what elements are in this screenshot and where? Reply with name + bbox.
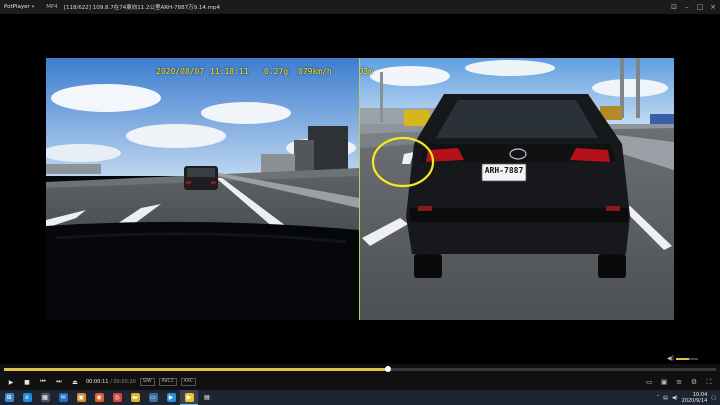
taskbar-app-start[interactable]: ⊞ [0, 390, 18, 405]
maximize-icon[interactable]: □ [695, 0, 705, 14]
store-icon: ▦ [40, 393, 50, 402]
taskbar-app-chrome[interactable]: ◎ [108, 390, 126, 405]
play-icon[interactable]: ▶ [4, 375, 18, 389]
gear-icon[interactable]: ⚙ [689, 377, 699, 387]
window-controls: ⊡ – □ × [669, 0, 718, 14]
codec-tag[interactable]: AVC1 [158, 378, 177, 386]
potplayer-window: PotPlayer ▾ MP4 [118/622] 109.8.7在74東向11… [0, 0, 720, 405]
terminal-icon: ▤ [202, 393, 212, 402]
screen-icon: ▭ [148, 393, 158, 402]
taskbar-app-photos[interactable]: ▣ [72, 390, 90, 405]
photos-icon: ▣ [76, 393, 86, 402]
explorer-icon: ▬ [130, 393, 140, 402]
speaker-icon[interactable]: ◀) [672, 395, 678, 401]
taskbar-app-mail[interactable]: ✉ [54, 390, 72, 405]
chevron-up-icon[interactable]: ˄ [657, 395, 660, 401]
seek-bar[interactable] [4, 366, 716, 372]
player-controls: ▶ ■ ⏮ ⏭ ⏏ 00:00:11 / 00:00:20 S/W AVC1 A… [0, 355, 720, 390]
minimize-icon[interactable]: – [682, 0, 692, 14]
app-menu-button[interactable]: PotPlayer ▾ [0, 4, 40, 10]
taskbar-app-edge[interactable]: e [18, 390, 36, 405]
format-label: MP4 [46, 4, 58, 10]
network-icon[interactable]: ▤ [663, 395, 668, 401]
volume-level [676, 358, 690, 360]
taskbar-app-media[interactable]: ▶ [162, 390, 180, 405]
firefox-icon: ◉ [94, 393, 104, 402]
pin-icon[interactable]: ⊡ [669, 0, 679, 14]
start-icon: ⊞ [4, 393, 14, 402]
osd-extra: +0103m [360, 67, 373, 76]
seek-knob[interactable] [385, 366, 392, 372]
previous-icon[interactable]: ⏮ [36, 375, 50, 389]
duration: 00:00:20 [113, 379, 136, 385]
chrome-icon: ◎ [112, 393, 122, 402]
eject-icon[interactable]: ⏏ [68, 375, 82, 389]
media-icon: ▶ [166, 393, 176, 402]
notification-icon[interactable]: ▢ [711, 395, 716, 401]
volume-slider[interactable] [676, 358, 698, 360]
speaker-icon[interactable]: ◀) [667, 355, 674, 362]
file-title: [118/622] 109.8.7在74東向11.2公里ARH-7887万9.1… [63, 5, 221, 11]
osd-time: 11:18:11 [210, 67, 249, 76]
taskbar-app-screen[interactable]: ▭ [144, 390, 162, 405]
clock-date: 2020/9/14 [681, 397, 708, 404]
current-time: 00:00:11 [86, 379, 109, 385]
edge-icon: e [22, 393, 32, 402]
fullscreen-icon[interactable]: ⛶ [704, 377, 714, 387]
taskbar-app-store[interactable]: ▦ [36, 390, 54, 405]
rear-camera-view: +0103m ARH-7887 [360, 58, 674, 320]
front-camera-view: 2020/08/07 11:18:11 0.27g 079km/h [46, 58, 359, 320]
chevron-down-icon: ▾ [31, 4, 35, 10]
osd-speed: 079km/h [298, 67, 332, 76]
control-row: ▶ ■ ⏮ ⏭ ⏏ 00:00:11 / 00:00:20 S/W AVC1 A… [0, 375, 720, 389]
rear-camera-scene [360, 58, 674, 320]
rear-license-plate: ARH-7887 [484, 166, 524, 175]
video-frame[interactable]: 2020/08/07 11:18:11 0.27g 079km/h 03m AR… [46, 58, 674, 320]
mail-icon: ✉ [58, 393, 68, 402]
title-bar[interactable]: PotPlayer ▾ MP4 [118/622] 109.8.7在74東向11… [0, 0, 720, 14]
osd-date: 2020/08/07 [156, 67, 205, 76]
screenshot-icon[interactable]: ▣ [659, 377, 669, 387]
taskbar-app-firefox[interactable]: ◉ [90, 390, 108, 405]
time-display: 00:00:11 / 00:00:20 [86, 379, 136, 385]
playlist-icon[interactable]: ≡ [674, 377, 684, 387]
front-camera-scene [46, 58, 359, 320]
stop-icon[interactable]: ■ [20, 375, 34, 389]
osd-g-value: 0.27g [264, 67, 289, 76]
screen-icon[interactable]: ▭ [644, 377, 654, 387]
next-icon[interactable]: ⏭ [52, 375, 66, 389]
taskbar-apps: ⊞ e ▦ ✉ ▣ ◉ ◎ ▬ ▭ ▶ ▶ ▤ [0, 390, 216, 405]
codec-tag[interactable]: S/W [139, 378, 155, 386]
potplayer-icon: ▶ [184, 392, 194, 402]
video-area[interactable]: 2020/08/07 11:18:11 0.27g 079km/h 03m AR… [0, 14, 720, 364]
codec-tag[interactable]: AAC [180, 378, 196, 386]
taskbar-app-potplayer[interactable]: ▶ [180, 390, 198, 405]
system-tray: ˄ ▤ ◀) 10:04 2020/9/14 ▢ [657, 392, 720, 404]
taskbar-app-terminal[interactable]: ▤ [198, 390, 216, 405]
taskbar-app-explorer[interactable]: ▬ [126, 390, 144, 405]
seek-progress [4, 368, 389, 371]
taskbar: ⊞ e ▦ ✉ ▣ ◉ ◎ ▬ ▭ ▶ ▶ ▤ ˄ ▤ ◀) 10:04 2020/9/14 ▢ [0, 390, 720, 405]
app-name: PotPlayer [4, 4, 30, 10]
right-controls: ▭ ▣ ≡ ⚙ ⛶ [644, 377, 720, 387]
close-icon[interactable]: × [708, 0, 718, 14]
taskbar-clock[interactable]: 10:04 2020/9/14 [682, 392, 708, 404]
